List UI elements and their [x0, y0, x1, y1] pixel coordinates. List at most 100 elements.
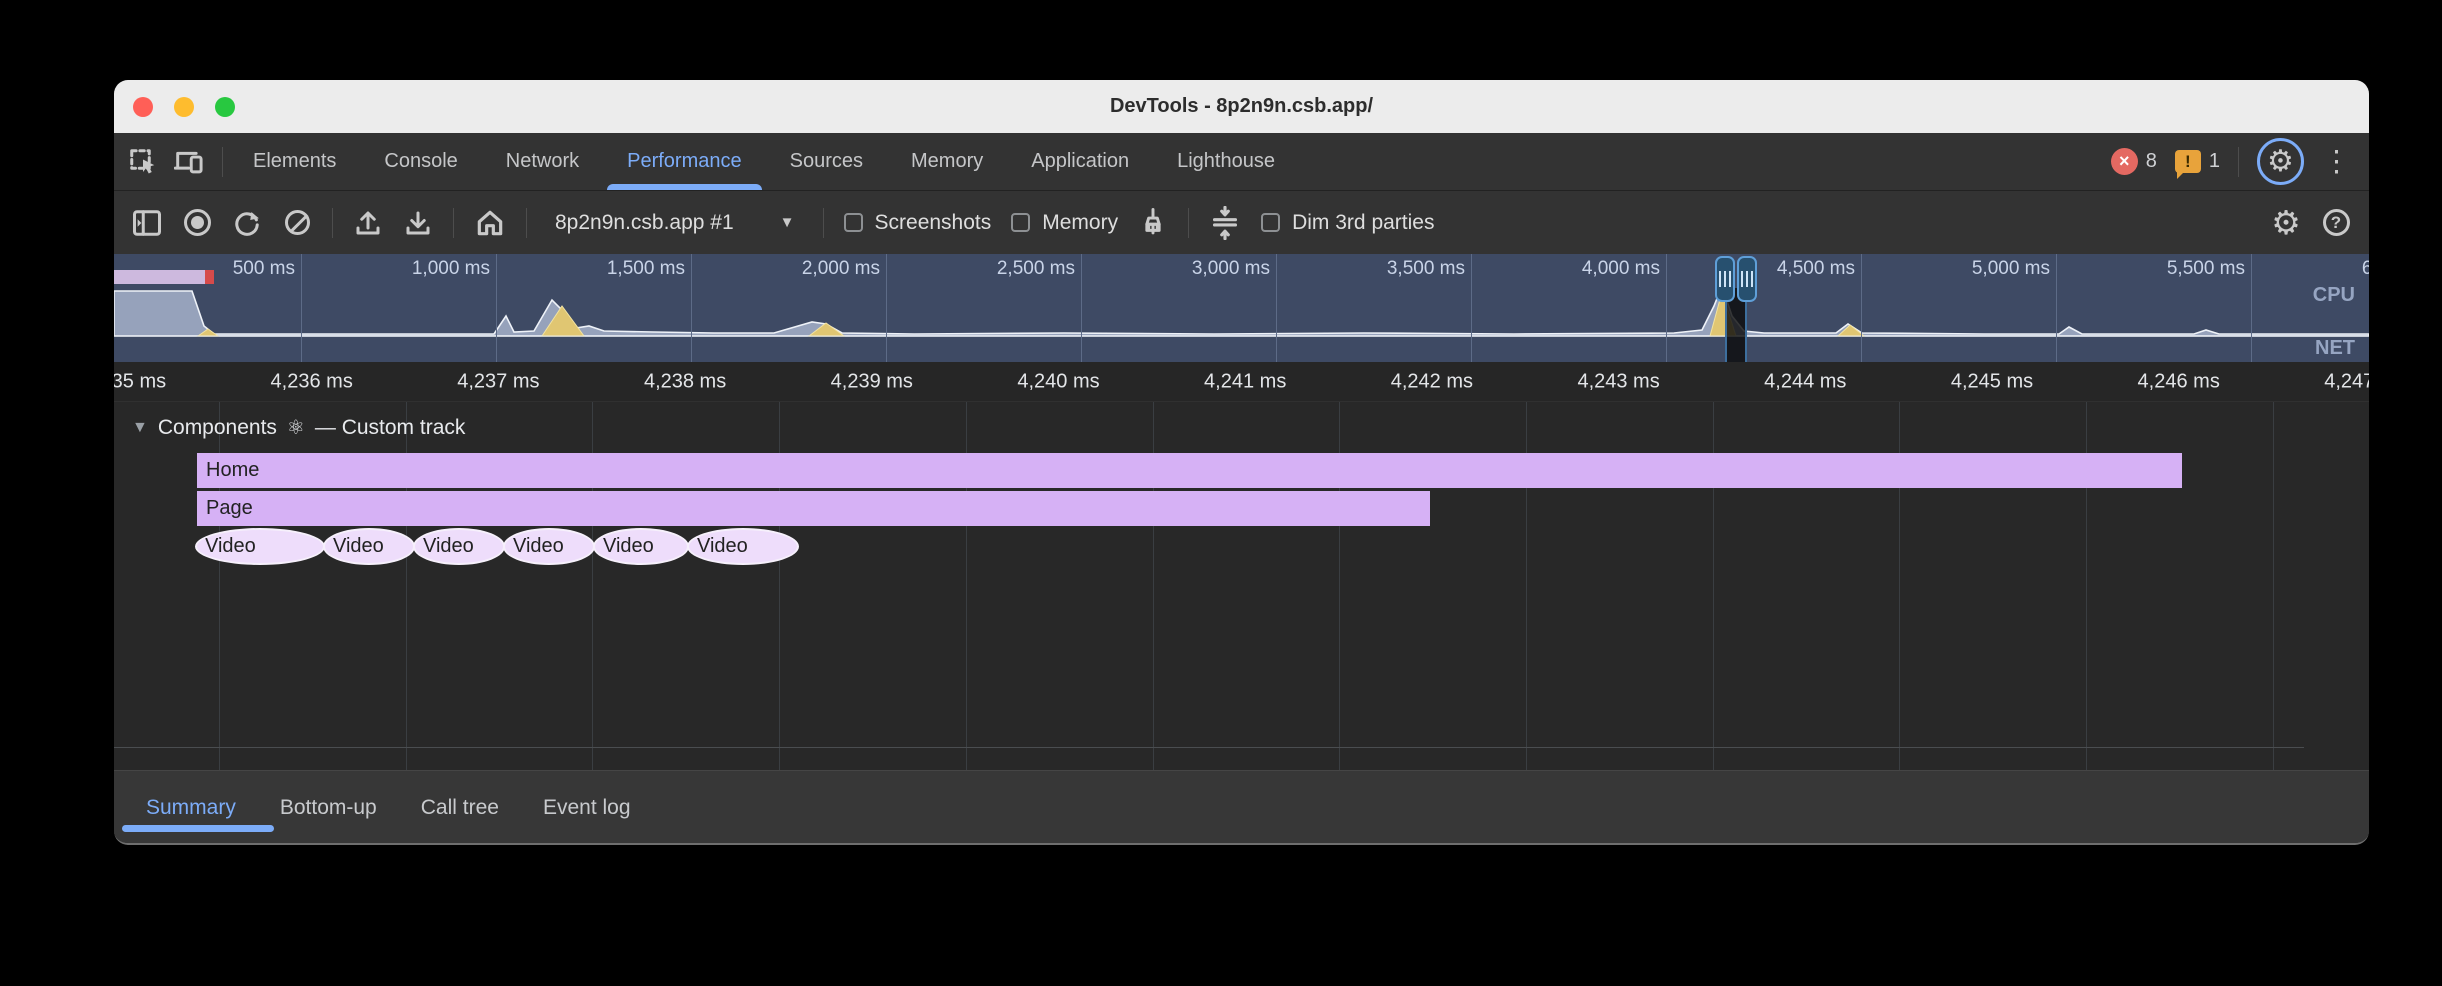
divider	[2238, 147, 2239, 177]
analysis-tab-bar: SummaryBottom-upCall treeEvent log	[114, 770, 2369, 845]
react-atom-icon: ⚛	[287, 415, 305, 440]
inspect-element-icon[interactable]	[128, 142, 158, 182]
overview-tick-label: 1,500 ms	[491, 258, 685, 280]
collapse-sections-icon[interactable]	[1209, 203, 1241, 243]
track-subtitle: — Custom track	[315, 416, 466, 440]
cpu-lane-label: CPU	[2313, 284, 2355, 307]
divider	[1188, 208, 1189, 238]
tab-bar-right: × 8 ! 1 ⚙ ⋮	[2111, 133, 2369, 190]
divider	[222, 147, 223, 177]
checkbox-label: Memory	[1042, 211, 1118, 235]
tab-network[interactable]: Network	[482, 133, 603, 190]
tab-console[interactable]: Console	[360, 133, 481, 190]
overview-tick-label: 500 ms	[114, 258, 295, 280]
tab-elements[interactable]: Elements	[229, 133, 360, 190]
reload-and-record-button[interactable]	[232, 203, 262, 243]
checkbox-label: Dim 3rd parties	[1292, 211, 1434, 235]
help-icon: ?	[2323, 209, 2350, 236]
gear-icon: ⚙	[2271, 206, 2301, 239]
components-track-header[interactable]: ▼ Components ⚛ — Custom track	[132, 415, 465, 440]
clear-recording-icon[interactable]	[282, 203, 312, 243]
overview-tick-label: 4,500 ms	[1661, 258, 1855, 280]
main-tabs: ElementsConsoleNetworkPerformanceSources…	[229, 133, 1299, 190]
close-window-button[interactable]	[133, 97, 153, 117]
device-toolbar-icon[interactable]	[174, 142, 206, 182]
title-bar[interactable]: DevTools - 8p2n9n.csb.app/	[114, 80, 2369, 133]
overview-tick-label: 2,000 ms	[686, 258, 880, 280]
track-bar-video[interactable]: Video	[594, 529, 688, 564]
bottom-tab-bottom-up[interactable]: Bottom-up	[258, 771, 399, 845]
more-options-icon[interactable]: ⋮	[2322, 144, 2351, 179]
tab-memory[interactable]: Memory	[887, 133, 1007, 190]
session-dropdown[interactable]: 8p2n9n.csb.app #1 ▼	[547, 211, 803, 235]
track-bar-video[interactable]: Video	[504, 529, 594, 564]
overview-tick-label: 2,500 ms	[881, 258, 1075, 280]
bottom-tab-summary[interactable]: Summary	[124, 771, 258, 845]
zoom-window-button[interactable]	[215, 97, 235, 117]
error-count: 8	[2146, 150, 2157, 173]
issues-icon: !	[2175, 150, 2201, 173]
overview-tick-label: 3,500 ms	[1271, 258, 1465, 280]
capture-settings-button[interactable]: ⚙	[2271, 203, 2301, 243]
divider	[332, 208, 333, 238]
chevron-down-icon: ▼	[780, 214, 795, 231]
content-gridline	[2273, 402, 2274, 770]
time-ruler[interactable]: 4,235 ms4,236 ms4,237 ms4,238 ms4,239 ms…	[114, 362, 2369, 402]
error-badge[interactable]: × 8	[2111, 148, 2157, 175]
memory-checkbox[interactable]: Memory	[1011, 211, 1118, 235]
overview-tick-label: 3,000 ms	[1076, 258, 1270, 280]
track-content[interactable]: ▼ Components ⚛ — Custom track HomePageVi…	[114, 402, 2369, 770]
tab-lighthouse[interactable]: Lighthouse	[1153, 133, 1299, 190]
help-button[interactable]: ?	[2321, 203, 2351, 243]
tab-application[interactable]: Application	[1007, 133, 1153, 190]
settings-button[interactable]: ⚙	[2257, 138, 2304, 185]
ruler-tick-label: 4,247 ms	[2255, 370, 2369, 393]
net-lane-label: NET	[2315, 337, 2355, 360]
issues-count: 1	[2209, 150, 2220, 173]
track-title: Components	[158, 416, 277, 440]
tab-sources[interactable]: Sources	[766, 133, 887, 190]
overview-tick-label: 5,000 ms	[1856, 258, 2050, 280]
toggle-sidebar-icon[interactable]	[132, 203, 162, 243]
overview-tick-label: 5,500 ms	[2051, 258, 2245, 280]
gear-icon: ⚙	[2267, 147, 2294, 177]
track-bar-video[interactable]: Video	[414, 529, 504, 564]
minimize-window-button[interactable]	[174, 97, 194, 117]
collapse-triangle-icon[interactable]: ▼	[132, 419, 148, 437]
traffic-lights	[133, 80, 235, 133]
devtools-window: DevTools - 8p2n9n.csb.app/ ElementsConso…	[114, 80, 2369, 845]
tab-performance[interactable]: Performance	[603, 133, 766, 190]
divider	[526, 208, 527, 238]
tab-bar-tools	[114, 133, 229, 190]
bottom-tab-call-tree[interactable]: Call tree	[399, 771, 521, 845]
active-tab-underline	[122, 825, 274, 832]
track-bar-video[interactable]: Video	[324, 529, 414, 564]
checkbox-box[interactable]	[1261, 213, 1280, 232]
collect-garbage-icon[interactable]	[1138, 203, 1168, 243]
overview-tick-label: 6,000 ms	[2246, 258, 2369, 280]
track-bar-home[interactable]: Home	[197, 453, 2182, 488]
overview-tick-label: 1,000 ms	[296, 258, 490, 280]
track-bar-video[interactable]: Video	[688, 529, 798, 564]
devtools-tab-bar: ElementsConsoleNetworkPerformanceSources…	[114, 133, 2369, 191]
performance-toolbar: 8p2n9n.csb.app #1 ▼ Screenshots Memory	[114, 191, 2369, 254]
home-icon[interactable]	[474, 203, 506, 243]
dim-3rd-parties-checkbox[interactable]: Dim 3rd parties	[1261, 211, 1434, 235]
issues-badge[interactable]: ! 1	[2175, 150, 2220, 173]
upload-profile-icon[interactable]	[353, 203, 383, 243]
timeline-overview[interactable]: CPU NET 500 ms1,000 ms1,500 ms2,000 ms2,…	[114, 254, 2369, 362]
session-dropdown-value: 8p2n9n.csb.app #1	[555, 211, 734, 235]
download-profile-icon[interactable]	[403, 203, 433, 243]
record-button[interactable]	[182, 203, 212, 243]
horizontal-rule	[114, 747, 2304, 748]
checkbox-box[interactable]	[1011, 213, 1030, 232]
error-icon: ×	[2111, 148, 2138, 175]
window-title: DevTools - 8p2n9n.csb.app/	[1110, 95, 1373, 118]
screenshots-checkbox[interactable]: Screenshots	[844, 211, 992, 235]
divider	[453, 208, 454, 238]
overview-tick-label: 4,000 ms	[1466, 258, 1660, 280]
track-bar-page[interactable]: Page	[197, 491, 1430, 526]
checkbox-box[interactable]	[844, 213, 863, 232]
track-bar-video[interactable]: Video	[196, 529, 324, 564]
bottom-tab-event-log[interactable]: Event log	[521, 771, 653, 845]
